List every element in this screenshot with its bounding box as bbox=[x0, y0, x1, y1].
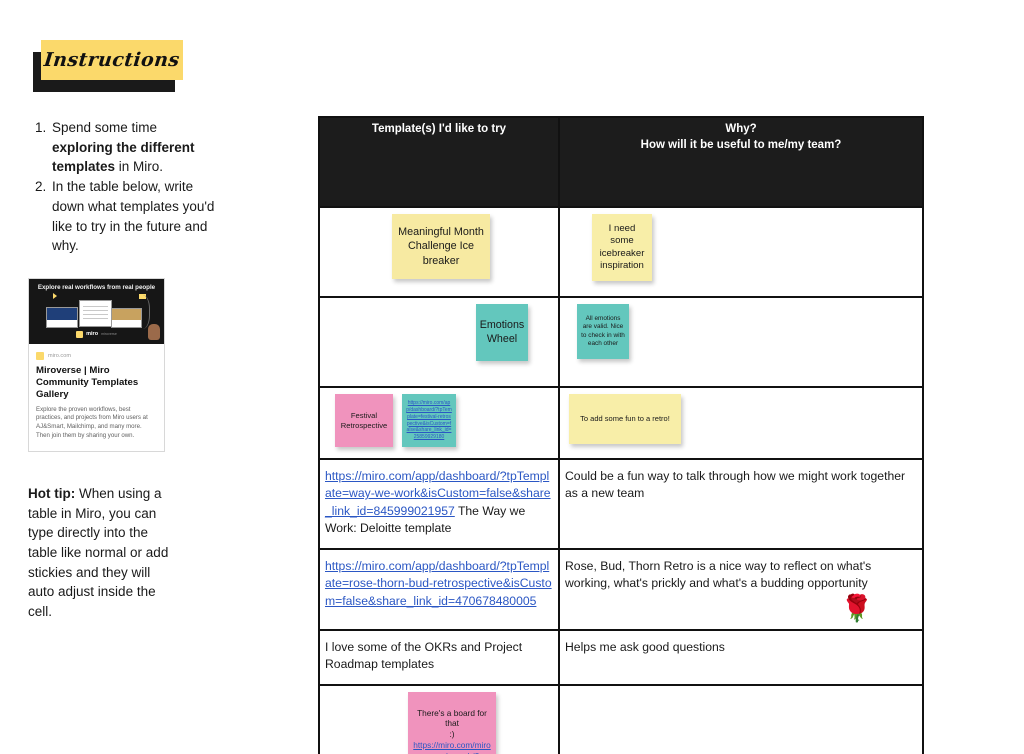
sticky-note-text: There's a board for that bbox=[417, 707, 487, 729]
banner-plate: Instructions bbox=[41, 40, 183, 80]
sticky-note-inner: There's a board for that :) https://miro… bbox=[412, 708, 492, 754]
why-text: Could be a fun way to talk through how w… bbox=[565, 469, 906, 501]
thumb-logo-sub: miroverse bbox=[101, 332, 117, 337]
miroverse-link-card[interactable]: Explore real workflows from real people … bbox=[28, 277, 165, 452]
card-body: miro.com Miroverse | Miro Community Temp… bbox=[29, 344, 164, 451]
step1-pre: Spend some time bbox=[52, 120, 158, 135]
rose-icon: 🌹 bbox=[840, 592, 873, 623]
table-row: There's a board for that :) https://miro… bbox=[318, 683, 924, 754]
why-text: Helps me ask good questions bbox=[565, 639, 725, 654]
sticky-note-text: Emotions Wheel bbox=[479, 318, 525, 345]
hot-tip: Hot tip: When using a table in Miro, you… bbox=[28, 484, 175, 622]
thumb-board-3 bbox=[111, 307, 142, 328]
sticky-note-text: Festival Retrospective bbox=[340, 410, 388, 430]
instructions-banner: Instructions bbox=[33, 40, 183, 92]
table-row: Emotions Wheel All emotions are valid. N… bbox=[318, 296, 924, 388]
header-why-column: Why? How will it be useful to me/my team… bbox=[558, 116, 924, 208]
thumb-logo-text: miro bbox=[86, 331, 99, 338]
row7-why-cell[interactable] bbox=[558, 683, 924, 754]
row3-why-cell[interactable]: To add some fun to a retro! bbox=[558, 386, 924, 460]
card-thumbnail: Explore real workflows from real people … bbox=[29, 278, 164, 344]
card-title: Miroverse | Miro Community Templates Gal… bbox=[36, 364, 139, 400]
row3-note-group: Festival Retrospective https://miro.com/… bbox=[320, 394, 558, 447]
sticky-note-link-line[interactable]: :) https://miro.com/miroverse/search/? bbox=[412, 729, 492, 754]
templates-table: Template(s) I'd like to try Why? How wil… bbox=[318, 116, 924, 754]
sticky-note-link-text[interactable]: https://miro.com/app/dashboard/?tpTempla… bbox=[406, 400, 452, 441]
hot-tip-text: When using a table in Miro, you can type… bbox=[28, 485, 169, 620]
row6-template-cell[interactable]: I love some of the OKRs and Project Road… bbox=[318, 628, 560, 686]
thumbnail-headline: Explore real workflows from real people bbox=[37, 283, 156, 291]
arrow-left-icon bbox=[53, 292, 57, 299]
row1-why-cell[interactable]: I need some icebreaker inspiration bbox=[558, 206, 924, 298]
row1-template-cell[interactable]: Meaningful Month Challenge Ice breaker bbox=[318, 206, 560, 298]
sticky-note-link[interactable]: https://miro.com/app/dashboard/?tpTempla… bbox=[402, 394, 456, 447]
canvas: Instructions Spend some time exploring t… bbox=[0, 0, 1024, 754]
step1-post: in Miro. bbox=[115, 159, 164, 175]
sticky-note-text: To add some fun to a retro! bbox=[580, 414, 670, 424]
instructions-list: Spend some time exploring the different … bbox=[28, 118, 218, 256]
table-header-row: Template(s) I'd like to try Why? How wil… bbox=[318, 116, 924, 208]
card-description: Explore the proven workflows, best pract… bbox=[36, 405, 148, 440]
thumb-board-1 bbox=[46, 306, 78, 328]
sticky-note-text: All emotions are valid. Nice to check in… bbox=[581, 314, 625, 347]
sticky-note-link[interactable]: https://miro.com/miroverse/search/? bbox=[412, 740, 492, 754]
row5-why-cell[interactable]: Rose, Bud, Thorn Retro is a nice way to … bbox=[558, 548, 924, 631]
sticky-note[interactable]: All emotions are valid. Nice to check in… bbox=[577, 304, 629, 359]
sticky-note[interactable]: There's a board for that :) https://miro… bbox=[408, 691, 496, 754]
step2-text: In the table below, write down what temp… bbox=[52, 179, 215, 254]
row5-template-cell[interactable]: https://miro.com/app/dashboard/?tpTempla… bbox=[318, 548, 560, 631]
template-text: I love some of the OKRs and Project Road… bbox=[325, 639, 523, 671]
sticky-note-prefix: :) bbox=[449, 729, 455, 740]
table-row: I love some of the OKRs and Project Road… bbox=[318, 628, 924, 686]
sticky-note[interactable]: I need some icebreaker inspiration bbox=[592, 214, 652, 281]
thumbnail-logo: miro miroverse bbox=[29, 330, 164, 338]
header-why-line1: Why? bbox=[725, 123, 757, 135]
table-row: https://miro.com/app/dashboard/?tpTempla… bbox=[318, 548, 924, 631]
row4-why-cell[interactable]: Could be a fun way to talk through how w… bbox=[558, 458, 924, 550]
why-text: Rose, Bud, Thorn Retro is a nice way to … bbox=[565, 559, 872, 591]
instruction-step-2: In the table below, write down what temp… bbox=[50, 177, 218, 256]
instruction-step-1: Spend some time exploring the different … bbox=[50, 118, 218, 177]
table-row: Festival Retrospective https://miro.com/… bbox=[318, 386, 924, 460]
thumb-board-2 bbox=[79, 299, 112, 327]
row4-template-cell[interactable]: https://miro.com/app/dashboard/?tpTempla… bbox=[318, 458, 560, 550]
instructions-sidebar: Instructions Spend some time exploring t… bbox=[28, 40, 218, 622]
row7-template-cell[interactable]: There's a board for that :) https://miro… bbox=[318, 683, 560, 754]
table-row: Meaningful Month Challenge Ice breaker I… bbox=[318, 206, 924, 298]
header-why-line2: How will it be useful to me/my team? bbox=[640, 138, 842, 151]
sticky-note-text: Meaningful Month Challenge Ice breaker bbox=[398, 226, 484, 267]
miro-mark-icon bbox=[76, 330, 84, 338]
sticky-note[interactable]: To add some fun to a retro! bbox=[569, 394, 681, 444]
hot-tip-label: Hot tip: bbox=[28, 485, 76, 501]
card-source: miro.com bbox=[36, 351, 157, 360]
row2-why-cell[interactable]: All emotions are valid. Nice to check in… bbox=[558, 296, 924, 388]
sticky-note[interactable]: Meaningful Month Challenge Ice breaker bbox=[392, 214, 490, 279]
row3-template-cell[interactable]: Festival Retrospective https://miro.com/… bbox=[318, 386, 560, 460]
sticky-note[interactable]: Festival Retrospective bbox=[335, 394, 393, 447]
table-row: https://miro.com/app/dashboard/?tpTempla… bbox=[318, 458, 924, 550]
card-domain: miro.com bbox=[48, 352, 71, 359]
sticky-note[interactable]: Emotions Wheel bbox=[476, 304, 528, 361]
row2-template-cell[interactable]: Emotions Wheel bbox=[318, 296, 560, 388]
favicon-icon bbox=[36, 351, 44, 360]
header-template-column: Template(s) I'd like to try bbox=[318, 116, 560, 208]
sticky-note-text: I need some icebreaker inspiration bbox=[599, 222, 645, 271]
row6-why-cell[interactable]: Helps me ask good questions bbox=[558, 628, 924, 686]
template-link[interactable]: https://miro.com/app/dashboard/?tpTempla… bbox=[325, 559, 552, 608]
hand-icon bbox=[148, 323, 160, 340]
rose-emoji-wrap: 🌹 bbox=[565, 595, 917, 621]
instructions-title: Instructions bbox=[43, 49, 181, 71]
